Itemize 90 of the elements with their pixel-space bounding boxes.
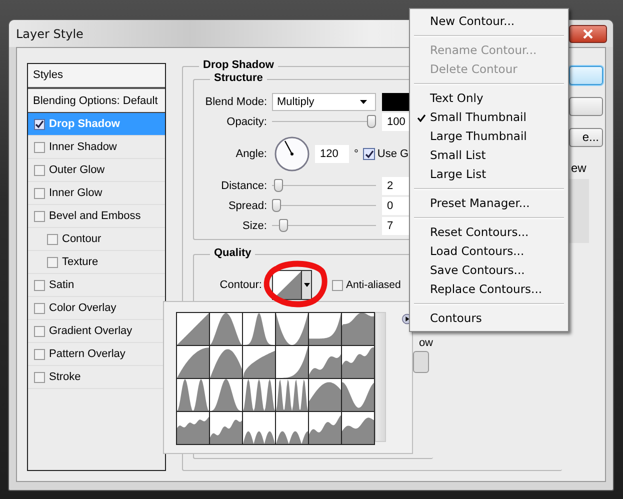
group-title: Drop Shadow <box>199 59 278 71</box>
group-title: Quality <box>210 247 256 259</box>
menu-item[interactable]: Small List <box>412 146 566 165</box>
group-title: Structure <box>210 72 267 84</box>
scrollbar[interactable] <box>375 312 386 442</box>
contour-thumbnail[interactable] <box>210 412 242 444</box>
checkbox[interactable] <box>47 234 58 244</box>
menu-item[interactable]: New Contour... <box>412 12 566 31</box>
field-label: Angle: <box>234 148 267 160</box>
slider-thumb[interactable] <box>367 115 376 128</box>
checkbox[interactable] <box>34 118 45 130</box>
caret-icon <box>304 283 310 287</box>
style-item[interactable]: Outer Glow <box>28 159 165 182</box>
contour-thumbnail[interactable] <box>177 379 209 411</box>
field-label: Spread: <box>227 200 267 212</box>
caret-icon <box>360 100 367 104</box>
contour-thumbnail[interactable] <box>276 412 308 444</box>
contour-thumbnail[interactable] <box>309 379 341 411</box>
style-item[interactable]: Satin <box>28 274 165 297</box>
style-item[interactable]: Inner Glow <box>28 182 165 205</box>
contour-thumbnail[interactable] <box>276 379 308 411</box>
window-title: Layer Style <box>16 26 84 40</box>
contour-thumbnail[interactable] <box>243 412 275 444</box>
contour-thumbnail[interactable] <box>276 346 308 378</box>
angle-field[interactable]: 120 <box>315 145 349 163</box>
contour-thumbnail[interactable] <box>177 313 209 345</box>
checkbox-label: ew <box>571 161 588 175</box>
checkbox[interactable] <box>34 164 45 176</box>
close-button[interactable] <box>569 24 607 42</box>
contour-thumbnail[interactable] <box>243 313 275 345</box>
option-label: ow <box>418 337 433 349</box>
contour-picker[interactable] <box>272 270 312 300</box>
menu-item[interactable]: Replace Contours... <box>412 280 566 299</box>
slider-thumb[interactable] <box>278 219 288 232</box>
contour-thumbnail[interactable] <box>177 412 209 444</box>
blend-mode-dropdown[interactable]: Multiply <box>272 93 376 111</box>
checkbox[interactable] <box>332 280 343 290</box>
contour-thumbnail[interactable] <box>342 412 374 444</box>
degree-unit: ° <box>354 148 358 160</box>
contour-thumbnail[interactable] <box>243 346 275 378</box>
contour-thumbnail[interactable] <box>342 313 374 345</box>
angle-dial[interactable] <box>274 136 310 172</box>
checkmark-icon <box>417 114 426 122</box>
style-item[interactable]: Blending Options: Default <box>28 89 165 113</box>
style-item[interactable]: Contour <box>28 228 165 251</box>
menu-item[interactable]: Contours <box>412 309 566 328</box>
checkbox[interactable] <box>34 188 45 198</box>
highlight-scribble <box>263 260 329 310</box>
contour-thumbnail[interactable] <box>210 313 242 345</box>
menu-item[interactable]: Load Contours... <box>412 242 566 261</box>
checkbox-label: Use G <box>377 148 409 160</box>
checkbox[interactable] <box>34 372 45 382</box>
checkbox[interactable] <box>34 142 45 152</box>
field-label: Blend Mode: <box>204 96 267 108</box>
contour-thumbnail[interactable] <box>309 313 341 345</box>
close-icon <box>583 28 593 38</box>
checkbox-label: Anti-aliased <box>346 279 401 291</box>
field-label: Size: <box>242 220 267 232</box>
field-label: Contour: <box>218 279 262 291</box>
checkbox[interactable] <box>363 148 376 160</box>
checkbox[interactable] <box>34 302 45 314</box>
option-button[interactable] <box>413 351 429 373</box>
contour-thumbnail[interactable] <box>177 346 209 378</box>
contour-thumbnail[interactable] <box>309 412 341 444</box>
contour-thumbnail[interactable] <box>243 379 275 411</box>
menu-item[interactable]: Save Contours... <box>412 261 566 280</box>
preview-swatch <box>569 179 589 243</box>
dialog-button[interactable] <box>569 97 603 116</box>
contour-thumbnail[interactable] <box>309 346 341 378</box>
dialog-button[interactable]: e... <box>569 128 603 147</box>
field-label: Distance: <box>220 180 267 192</box>
checkbox[interactable] <box>34 210 45 222</box>
style-item[interactable]: Texture <box>28 251 165 274</box>
default-button[interactable] <box>569 66 603 85</box>
contour-thumbnail[interactable] <box>210 346 242 378</box>
menu-item[interactable]: Text Only <box>412 89 566 108</box>
styles-header[interactable]: Styles <box>28 64 165 89</box>
slider-thumb[interactable] <box>272 199 281 212</box>
checkbox[interactable] <box>34 326 45 336</box>
contour-thumbnail[interactable] <box>276 313 308 345</box>
field-label: Opacity: <box>226 116 267 128</box>
checkbox[interactable] <box>34 348 45 360</box>
contour-thumbnail[interactable] <box>342 346 374 378</box>
checkbox[interactable] <box>34 280 45 290</box>
style-item[interactable]: Inner Shadow <box>28 136 165 159</box>
contour-thumbnail[interactable] <box>210 379 242 411</box>
contour-thumbnail[interactable] <box>342 379 374 411</box>
style-item[interactable]: Bevel and Emboss <box>28 205 165 228</box>
slider-thumb[interactable] <box>274 179 283 192</box>
checkbox[interactable] <box>47 256 58 268</box>
